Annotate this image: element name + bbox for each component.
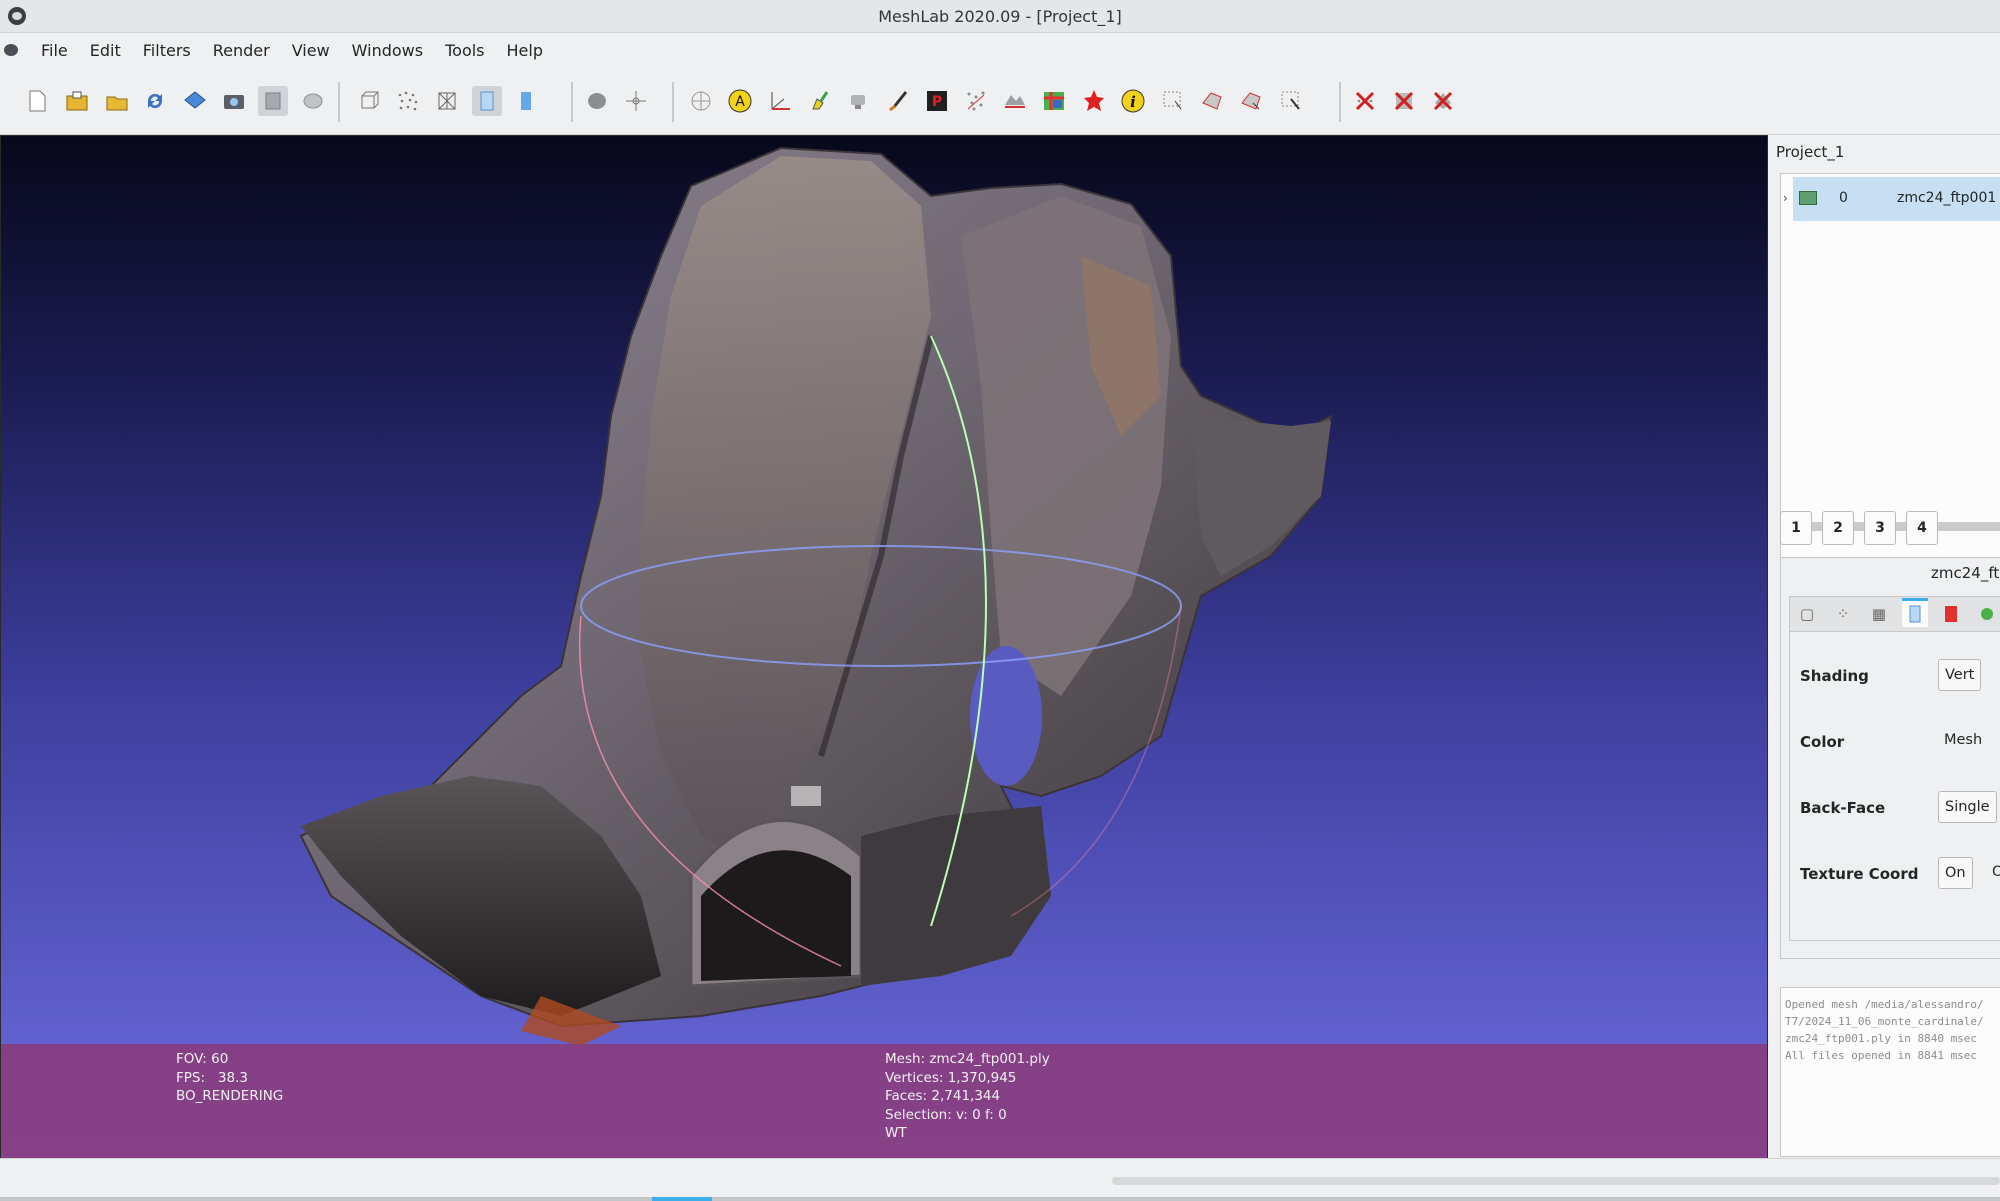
menu-render[interactable]: Render — [202, 41, 281, 60]
color-row: Color Mesh — [1790, 722, 2000, 762]
select-connected-icon[interactable] — [1197, 86, 1227, 116]
status-bar — [0, 1158, 2000, 1201]
delete-vertices-icon[interactable] — [1350, 86, 1380, 116]
render-stats-text: FOV: 60 FPS: 38.3 BO_RENDERING — [176, 1051, 284, 1104]
view-button-3[interactable]: 3 — [1864, 511, 1896, 545]
menu-bar: File Edit Filters Render View Windows To… — [0, 33, 2000, 67]
bbox-icon[interactable] — [354, 86, 384, 116]
layer-index: 0 — [1839, 190, 1848, 206]
tab-fill-icon[interactable] — [1902, 598, 1928, 627]
tab-texture-icon[interactable] — [1938, 601, 1964, 627]
delete-selection-icon[interactable] — [1428, 86, 1458, 116]
info-icon[interactable]: i — [1118, 86, 1148, 116]
texture-coord-on-button[interactable]: On — [1938, 857, 1973, 889]
points-icon[interactable] — [393, 86, 423, 116]
wireframe-icon[interactable] — [432, 86, 462, 116]
texture-coord-label: Texture Coord — [1800, 865, 1919, 883]
backface-single-button[interactable]: Single — [1938, 791, 1997, 823]
layer-name: zmc24_ftp001 — [1897, 190, 1997, 206]
info-overlay: FOV: 60 FPS: 38.3 BO_RENDERING Mesh: zmc… — [1, 1044, 1767, 1158]
selected-mesh-name: zmc24_ftp001 — [1931, 564, 2000, 582]
menu-tools[interactable]: Tools — [434, 41, 495, 60]
view-button-2[interactable]: 2 — [1822, 511, 1854, 545]
georef-icon[interactable] — [1039, 86, 1069, 116]
log-line: All files opened in 8841 msec — [1785, 1049, 1978, 1062]
reload-icon[interactable] — [140, 86, 170, 116]
log-line: T7/2024_11_06_monte_cardinale/ — [1785, 1015, 1984, 1028]
light-icon[interactable] — [582, 86, 612, 116]
annotation-icon[interactable]: A — [725, 86, 755, 116]
layers-icon[interactable] — [258, 86, 288, 116]
main-toolbar: A P i — [0, 70, 2000, 135]
import-mesh-icon[interactable] — [102, 86, 132, 116]
tab-bbox-icon[interactable]: ▢ — [1794, 601, 1820, 627]
taskbar-edge — [0, 1197, 2000, 1201]
log-line: zmc24_ftp001.ply in 8840 msec — [1785, 1032, 1978, 1045]
texture-coord-off-button[interactable]: Of — [1986, 857, 2000, 887]
pickpoints-icon[interactable] — [883, 86, 913, 116]
texture-coord-row: Texture Coord On Of — [1790, 854, 2000, 894]
menu-help[interactable]: Help — [496, 41, 554, 60]
menu-windows[interactable]: Windows — [341, 41, 434, 60]
texture-icon[interactable] — [1000, 86, 1030, 116]
select-vertex-icon[interactable] — [1158, 86, 1188, 116]
project-name: Project_1 — [1776, 143, 1845, 161]
info-red-star-icon[interactable] — [1079, 86, 1109, 116]
taskbar-accent — [652, 1197, 712, 1201]
brush-icon[interactable] — [843, 86, 873, 116]
delete-faces-icon[interactable] — [1389, 86, 1419, 116]
new-project-icon[interactable] — [22, 86, 52, 116]
visibility-eye-icon[interactable] — [1799, 191, 1817, 205]
raster-icon[interactable] — [298, 86, 328, 116]
svg-text:P: P — [932, 94, 942, 110]
log-line: Opened mesh /media/alessandro/ — [1785, 998, 1984, 1011]
select-area-icon[interactable] — [1236, 86, 1266, 116]
select-brush-icon[interactable] — [1276, 86, 1306, 116]
expand-chevron-icon[interactable]: › — [1783, 191, 1788, 205]
export-mesh-icon[interactable] — [180, 86, 210, 116]
backface-row: Back-Face Single — [1790, 788, 2000, 828]
menu-edit[interactable]: Edit — [79, 41, 132, 60]
render-options: Shading Vert F Color Mesh Back-Face Sing… — [1789, 630, 2000, 941]
align-icon[interactable]: P — [922, 86, 952, 116]
shading-row: Shading Vert F — [1790, 656, 2000, 696]
title-bar: MeshLab 2020.09 - [Project_1] — [0, 0, 2000, 33]
view-button-4[interactable]: 4 — [1906, 511, 1938, 545]
log-window[interactable]: Opened mesh /media/alessandro/ T7/2024_1… — [1780, 987, 2000, 1157]
rock-mesh-render — [299, 146, 1333, 1046]
tab-points-icon[interactable]: ⁘ — [1830, 601, 1856, 627]
backface-label: Back-Face — [1800, 799, 1886, 817]
render-mode-tabs: ▢ ⁘ ▦ — [1789, 596, 2000, 632]
app-menu-icon[interactable] — [4, 44, 18, 56]
select-faces-icon[interactable] — [686, 86, 716, 116]
svg-text:A: A — [735, 94, 745, 110]
menu-file[interactable]: File — [30, 41, 79, 60]
layer-row[interactable]: › 0 zmc24_ftp001 — [1783, 177, 2000, 221]
measure-icon[interactable] — [765, 86, 795, 116]
window-title: MeshLab 2020.09 - [Project_1] — [878, 7, 1122, 26]
progress-track — [1112, 1177, 2000, 1185]
tab-wireframe-icon[interactable]: ▦ — [1866, 601, 1892, 627]
paint-icon[interactable] — [804, 86, 834, 116]
menu-view[interactable]: View — [281, 41, 341, 60]
color-label: Color — [1800, 733, 1845, 751]
color-mesh-button[interactable]: Mesh — [1938, 725, 1988, 755]
3d-viewport[interactable]: FOV: 60 FPS: 38.3 BO_RENDERING Mesh: zmc… — [0, 135, 1768, 1159]
trackball-icon[interactable] — [621, 86, 651, 116]
view-button-1[interactable]: 1 — [1780, 511, 1812, 545]
open-project-icon[interactable] — [62, 86, 92, 116]
manipulate-icon[interactable] — [961, 86, 991, 116]
render-properties: zmc24_ftp001 ▢ ⁘ ▦ Shading Vert F Color … — [1780, 557, 2000, 959]
shading-label: Shading — [1800, 667, 1869, 685]
flat-shading-icon[interactable] — [472, 86, 502, 116]
svg-text:i: i — [1130, 93, 1136, 111]
tab-misc-icon[interactable] — [1974, 601, 2000, 627]
layer-panel: Project_1 › 0 zmc24_ftp001 1 2 3 4 zmc24… — [1768, 135, 2000, 1157]
snapshot-icon[interactable] — [219, 86, 249, 116]
view-buttons: 1 2 3 4 — [1780, 511, 1938, 545]
shading-vert-button[interactable]: Vert — [1938, 659, 1982, 691]
mesh-info-text: Mesh: zmc24_ftp001.ply Vertices: 1,370,9… — [885, 1051, 1050, 1141]
menu-filters[interactable]: Filters — [132, 41, 202, 60]
smooth-shading-icon[interactable] — [511, 86, 541, 116]
